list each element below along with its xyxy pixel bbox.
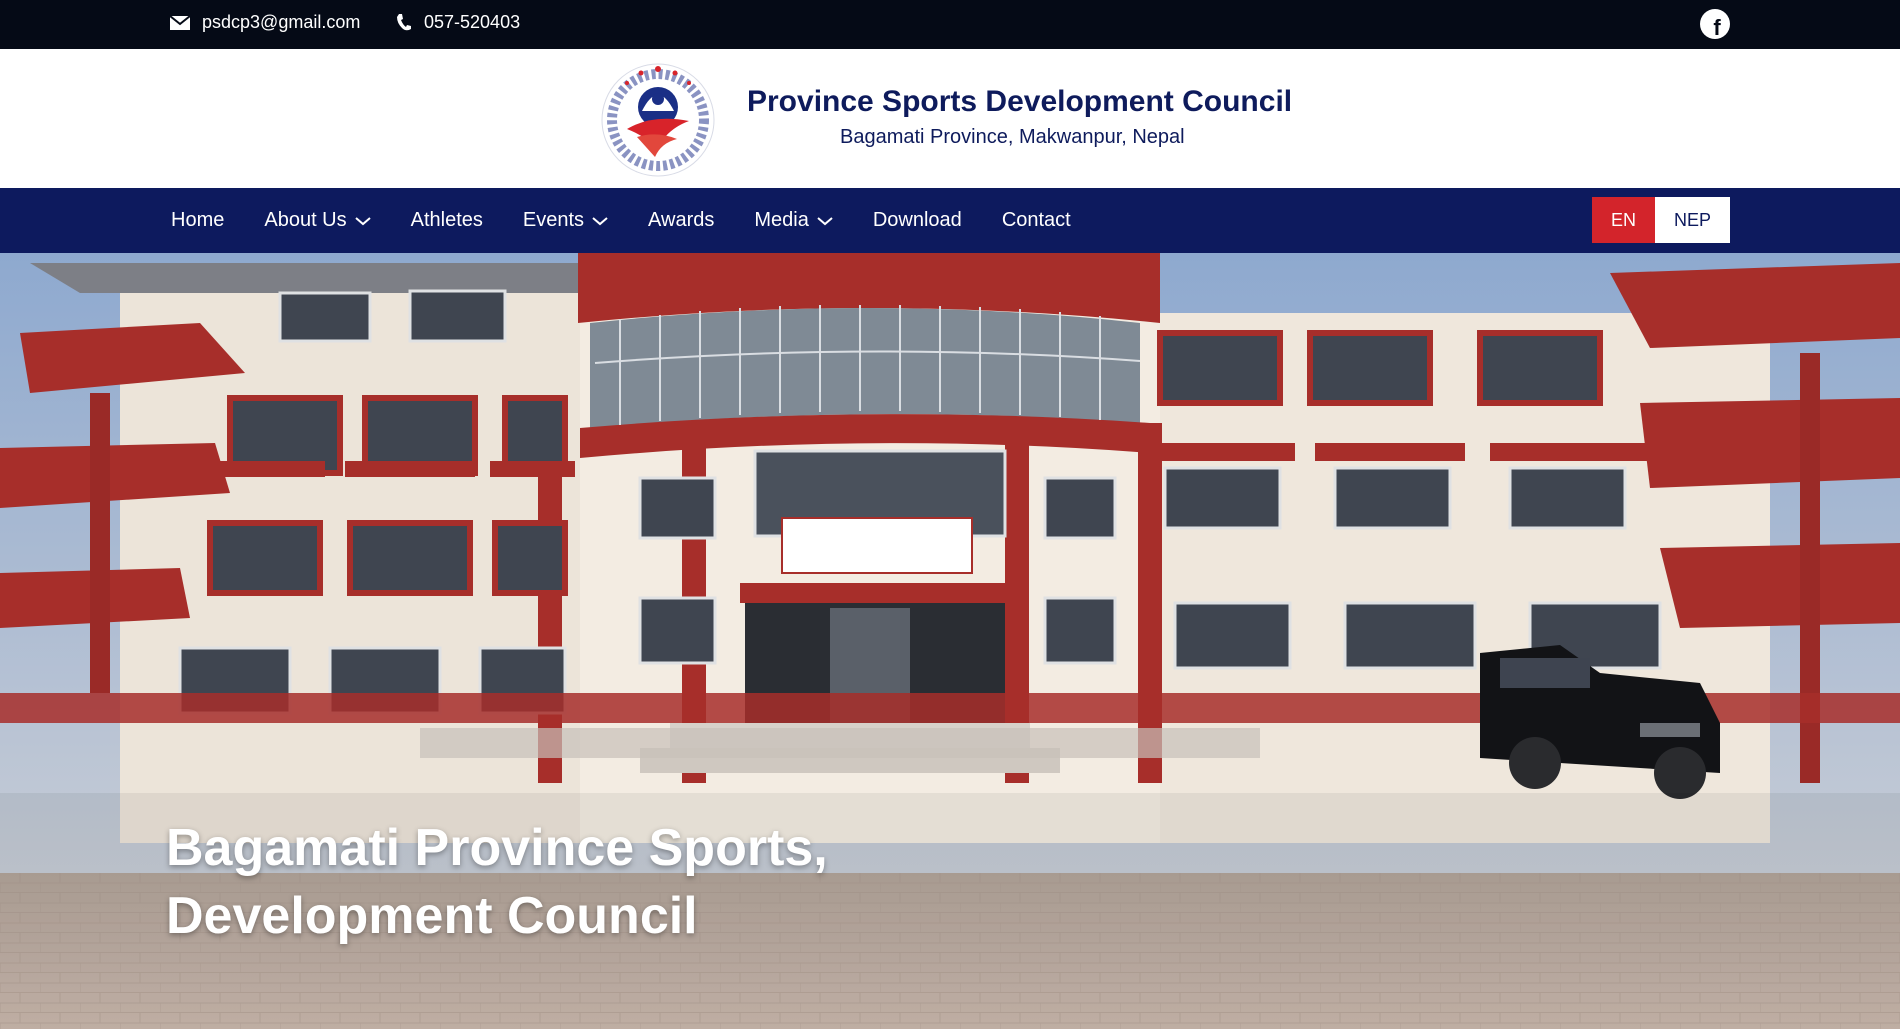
hero-title-line-2: Development Council <box>166 887 698 945</box>
nav-item-label: Download <box>872 209 962 231</box>
nav-item-label: Contact <box>1001 209 1071 231</box>
email-contact[interactable]: psdcp3@gmail.com <box>170 12 360 33</box>
chevron-down-icon <box>354 216 371 225</box>
main-navigation: Home About Us Athletes Events Awards Media Dow… <box>0 188 1900 253</box>
nav-menu: Home About Us Athletes Events Awards Media Dow… <box>171 188 1111 253</box>
nav-item-label: Media <box>754 209 809 231</box>
chevron-down-icon <box>817 216 833 225</box>
lang-en-button[interactable]: EN <box>1592 197 1655 243</box>
chevron-down-icon <box>592 216 608 225</box>
nav-item-home[interactable]: Home <box>171 209 224 232</box>
nav-item-awards[interactable]: Awards <box>648 209 714 232</box>
hero-banner: Bagamati Province Sports, Development Co… <box>0 253 1900 1029</box>
email-text: psdcp3@gmail.com <box>202 12 361 32</box>
phone-icon <box>397 13 411 30</box>
nav-item-label: Awards <box>648 209 715 231</box>
lang-nep-button[interactable]: NEP <box>1655 197 1730 243</box>
nav-item-contact[interactable]: Contact <box>1002 209 1071 232</box>
council-emblem[interactable] <box>597 59 719 181</box>
nav-item-label: Events <box>522 209 585 231</box>
nav-item-athletes[interactable]: Athletes <box>411 209 483 232</box>
hero-title-line-1: Bagamati Province Sports, <box>166 819 828 877</box>
site-title[interactable]: Province Sports Development Council <box>747 85 1292 119</box>
nav-item-download[interactable]: Download <box>873 209 962 232</box>
hero-title: Bagamati Province Sports, Development Co… <box>166 814 828 950</box>
nav-item-label: Home <box>171 209 225 231</box>
facebook-icon[interactable]: f <box>1700 9 1730 39</box>
language-switcher: EN NEP <box>1592 197 1730 243</box>
nav-item-events[interactable]: Events <box>523 209 608 232</box>
phone-contact[interactable]: 057-520403 <box>396 12 520 33</box>
phone-text: 057-520403 <box>424 12 521 32</box>
nav-item-about-us[interactable]: About Us <box>264 209 371 232</box>
site-subtitle: Bagamati Province, Makwanpur, Nepal <box>840 126 1185 148</box>
site-header: Province Sports Development Council Baga… <box>0 49 1900 188</box>
nav-item-media[interactable]: Media <box>754 209 833 232</box>
mail-icon <box>170 15 190 30</box>
nav-item-label: About Us <box>264 209 347 231</box>
top-bar: psdcp3@gmail.com 057-520403 f <box>0 0 1900 49</box>
nav-item-label: Athletes <box>410 209 483 231</box>
